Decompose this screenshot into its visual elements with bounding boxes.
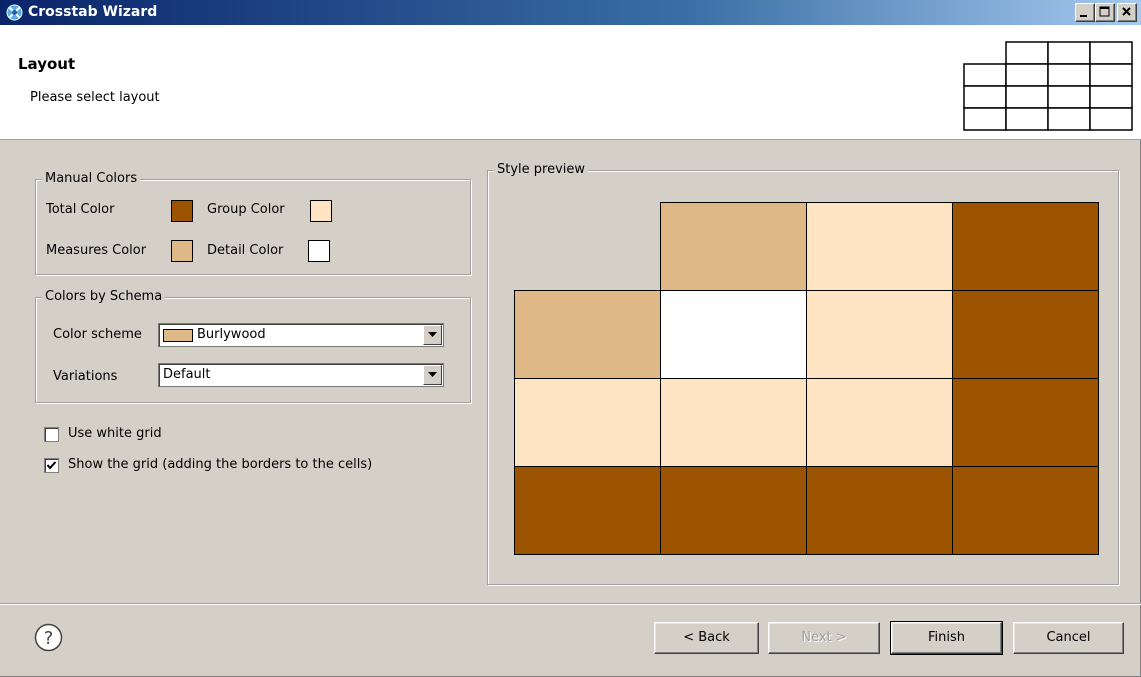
preview-cell xyxy=(806,466,953,555)
help-icon[interactable]: ? xyxy=(34,623,63,652)
finish-button[interactable]: Finish xyxy=(890,621,1003,655)
wizard-header: Layout Please select layout xyxy=(0,25,1141,140)
preview-cell xyxy=(660,290,807,379)
style-preview-label: Style preview xyxy=(494,162,589,177)
preview-cell xyxy=(806,290,953,379)
crosstab-wizard-window: Crosstab Wizard Layout Please select lay… xyxy=(0,0,1141,677)
title-bar[interactable]: Crosstab Wizard xyxy=(0,0,1141,25)
minimize-icon xyxy=(1080,15,1087,17)
crosstab-layout-graphic xyxy=(963,41,1133,131)
group-color-swatch[interactable] xyxy=(310,200,332,222)
color-scheme-swatch xyxy=(163,329,193,342)
colors-by-schema-group: Colors by Schema Color scheme Burlywood … xyxy=(35,289,471,403)
colors-by-schema-label: Colors by Schema xyxy=(42,289,166,304)
manual-colors-label: Manual Colors xyxy=(42,171,141,186)
use-white-grid-checkbox[interactable] xyxy=(44,427,59,442)
color-scheme-select[interactable]: Burlywood xyxy=(158,323,444,347)
preview-cell xyxy=(952,290,1099,379)
detail-color-swatch[interactable] xyxy=(308,240,330,262)
window-title: Crosstab Wizard xyxy=(28,4,158,20)
chevron-down-icon xyxy=(428,372,437,377)
next-button[interactable]: Next > xyxy=(768,622,880,654)
page-title: Layout xyxy=(18,55,76,73)
preview-cell xyxy=(952,466,1099,555)
variations-dropdown-button[interactable] xyxy=(423,365,442,385)
preview-cell xyxy=(660,202,807,291)
variations-select[interactable]: Default xyxy=(158,363,444,387)
crosstab-wizard-icon xyxy=(6,4,23,21)
color-scheme-dropdown-button[interactable] xyxy=(423,325,442,345)
footer-separator xyxy=(0,603,1141,605)
use-white-grid-label[interactable]: Use white grid xyxy=(68,426,162,441)
measures-color-swatch[interactable] xyxy=(171,240,193,262)
style-preview-group: Style preview xyxy=(487,162,1119,585)
chevron-down-icon xyxy=(428,332,437,337)
maximize-button[interactable] xyxy=(1095,3,1115,22)
preview-cell xyxy=(514,290,661,379)
measures-color-label: Measures Color xyxy=(46,243,147,258)
preview-cell xyxy=(514,378,661,467)
group-color-label: Group Color xyxy=(207,202,285,217)
preview-cell xyxy=(660,378,807,467)
show-grid-checkbox[interactable] xyxy=(44,458,59,473)
checkmark-icon xyxy=(46,461,57,470)
preview-cell xyxy=(660,466,807,555)
preview-cell xyxy=(806,202,953,291)
minimize-button[interactable] xyxy=(1075,3,1095,22)
detail-color-label: Detail Color xyxy=(207,243,284,258)
show-grid-label[interactable]: Show the grid (adding the borders to the… xyxy=(68,457,372,472)
preview-cell xyxy=(514,466,661,555)
total-color-swatch[interactable] xyxy=(171,200,193,222)
color-scheme-label: Color scheme xyxy=(53,327,142,342)
cancel-button[interactable]: Cancel xyxy=(1013,622,1124,654)
variations-label: Variations xyxy=(53,369,118,384)
preview-cell xyxy=(952,202,1099,291)
page-description: Please select layout xyxy=(30,90,160,105)
manual-colors-group: Manual Colors Total Color Group Color Me… xyxy=(35,171,471,275)
back-button[interactable]: < Back xyxy=(654,622,759,654)
color-scheme-value: Burlywood xyxy=(197,327,266,342)
svg-text:?: ? xyxy=(44,628,54,649)
total-color-label: Total Color xyxy=(46,202,115,217)
preview-cell xyxy=(806,378,953,467)
maximize-icon xyxy=(1099,6,1110,17)
variations-value: Default xyxy=(163,367,211,382)
close-icon xyxy=(1122,7,1131,16)
preview-cell xyxy=(952,378,1099,467)
close-button[interactable] xyxy=(1117,3,1137,22)
